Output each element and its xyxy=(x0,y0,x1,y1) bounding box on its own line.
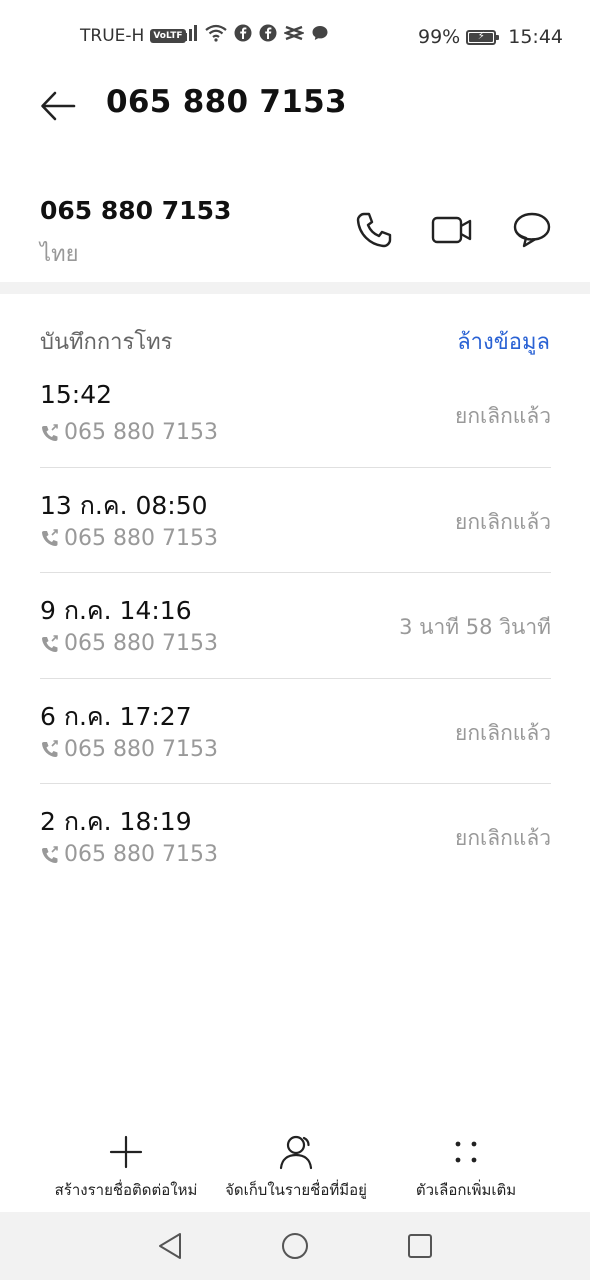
plus-icon xyxy=(104,1130,148,1174)
call-log-row[interactable]: 9 ก.ค. 14:16 065 880 7153 3 นาที 58 วินา… xyxy=(40,573,551,679)
square-recents-icon xyxy=(408,1234,432,1258)
chat-icon xyxy=(312,26,328,40)
call-number-line: 065 880 7153 xyxy=(40,526,218,551)
section-divider xyxy=(0,282,590,294)
message-button[interactable] xyxy=(510,208,554,252)
outgoing-call-icon xyxy=(42,634,58,652)
capcut-icon xyxy=(284,25,304,41)
call-status: ยกเลิกแล้ว xyxy=(455,404,551,428)
more-dots-icon xyxy=(444,1130,488,1174)
facebook-icon xyxy=(259,24,277,42)
battery-percent: 99% xyxy=(418,26,461,48)
back-button[interactable] xyxy=(38,86,78,126)
nav-recents-button[interactable] xyxy=(400,1226,440,1266)
call-status: ยกเลิกแล้ว xyxy=(455,509,551,534)
outgoing-call-icon xyxy=(42,529,58,546)
signal-icon xyxy=(179,25,197,41)
outgoing-call-icon xyxy=(42,423,58,441)
nav-home-button[interactable] xyxy=(275,1226,315,1266)
clear-log-button[interactable]: ล้างข้อมูล xyxy=(457,324,550,359)
carrier-name: TRUE-H xyxy=(80,26,145,46)
call-number: 065 880 7153 xyxy=(64,842,218,867)
call-time: 6 ก.ค. 17:27 xyxy=(40,701,192,731)
call-log-title: บันทึกการโทร xyxy=(40,330,173,355)
call-log-row[interactable]: 6 ก.ค. 17:27 065 880 7153 ยกเลิกแล้ว xyxy=(40,679,551,784)
status-right: 99% ⚡ 15:44 xyxy=(418,26,563,48)
call-time: 9 ก.ค. 14:16 xyxy=(40,596,192,625)
bottom-toolbar: สร้างรายชื่อติดต่อใหม่ จัดเก็บในรายชื่อท… xyxy=(0,1130,590,1210)
call-status: ยกเลิกแล้ว xyxy=(455,720,551,745)
page-title: 065 880 7153 xyxy=(106,84,347,120)
circle-home-icon xyxy=(282,1233,308,1259)
facebook-icon xyxy=(234,24,252,42)
new-contact-label: สร้างรายชื่อติดต่อใหม่ xyxy=(54,1181,198,1199)
call-number-line: 065 880 7153 xyxy=(40,631,218,656)
status-icons xyxy=(178,24,329,42)
call-log-row[interactable]: 15:42 065 880 7153 ยกเลิกแล้ว xyxy=(40,362,551,468)
save-to-existing-label: จัดเก็บในรายชื่อที่มีอยู่ xyxy=(225,1181,367,1199)
outgoing-call-icon xyxy=(42,740,58,757)
phone-icon xyxy=(356,212,392,248)
more-options-button[interactable]: ตัวเลือกเพิ่มเติม xyxy=(400,1130,532,1202)
status-bar: TRUE-H VoLTE 99% ⚡ 15:44 xyxy=(0,0,590,74)
nav-back-button[interactable] xyxy=(150,1226,190,1266)
call-number: 065 880 7153 xyxy=(64,525,218,551)
carrier-label: TRUE-H VoLTE xyxy=(80,26,186,46)
call-log-row[interactable]: 2 ก.ค. 18:19 065 880 7153 ยกเลิกแล้ว xyxy=(40,784,551,890)
header: 065 880 7153 xyxy=(0,74,590,138)
call-number: 065 880 7153 xyxy=(64,736,218,762)
back-arrow-icon xyxy=(41,91,76,121)
call-button[interactable] xyxy=(352,208,396,252)
video-camera-icon xyxy=(431,216,472,244)
clock: 15:44 xyxy=(508,26,563,48)
call-log-list: 15:42 065 880 7153 ยกเลิกแล้ว 13 ก.ค. 08… xyxy=(40,362,551,890)
call-time: 15:42 xyxy=(40,380,113,409)
contact-info: 065 880 7153 ไทย xyxy=(0,190,590,280)
triangle-back-icon xyxy=(159,1233,181,1259)
more-options-label: ตัวเลือกเพิ่มเติม xyxy=(415,1181,517,1199)
new-contact-button[interactable]: สร้างรายชื่อติดต่อใหม่ xyxy=(48,1130,204,1202)
contact-country: ไทย xyxy=(40,242,79,267)
call-time: 13 ก.ค. 08:50 xyxy=(40,490,208,520)
message-bubble-icon xyxy=(513,212,551,248)
call-time: 2 ก.ค. 18:19 xyxy=(40,807,192,836)
call-log-row[interactable]: 13 ก.ค. 08:50 065 880 7153 ยกเลิกแล้ว xyxy=(40,468,551,573)
call-status: ยกเลิกแล้ว xyxy=(455,826,551,850)
call-number-line: 065 880 7153 xyxy=(40,842,218,867)
save-to-existing-button[interactable]: จัดเก็บในรายชื่อที่มีอยู่ xyxy=(218,1130,374,1202)
battery-icon: ⚡ xyxy=(466,29,500,45)
contact-person-icon xyxy=(274,1130,318,1174)
call-number: 065 880 7153 xyxy=(64,631,218,656)
call-log-header: บันทึกการโทร ล้างข้อมูล xyxy=(40,322,550,358)
call-number-line: 065 880 7153 xyxy=(40,420,218,445)
outgoing-call-icon xyxy=(42,845,58,863)
call-number-line: 065 880 7153 xyxy=(40,737,218,762)
video-call-button[interactable] xyxy=(430,208,474,252)
contact-number: 065 880 7153 xyxy=(40,196,232,225)
call-number: 065 880 7153 xyxy=(64,420,218,445)
call-duration: 3 นาที 58 วินาที xyxy=(399,615,551,639)
system-nav-bar xyxy=(0,1212,590,1280)
wifi-icon xyxy=(205,24,227,42)
